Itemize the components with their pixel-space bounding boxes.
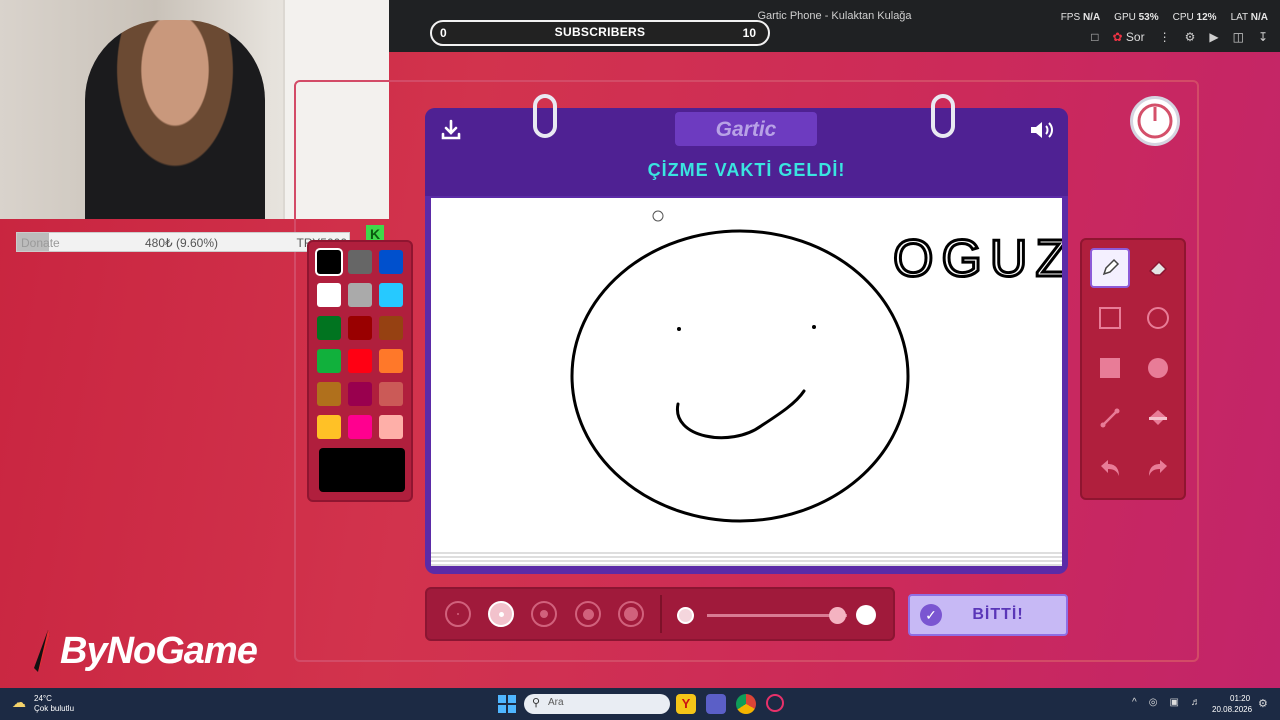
teams-icon[interactable] [706,694,726,714]
volume-icon[interactable]: ♬ [1191,697,1201,708]
bynogame-logo-icon [34,630,50,672]
drawing-card: Gartic ÇİZME VAKTİ GELDİ! OGUZ [425,94,1069,574]
stat-fps: FPS N/A [1060,12,1101,23]
browser-toolbar-icons: □ ✿ Sor ⋮ ⚙ ▶ ◫ ↧ [1091,30,1268,44]
bookmark-icon[interactable]: □ [1091,30,1098,44]
circle-filled-icon[interactable] [1138,348,1178,388]
logo-tab: Gartic [675,112,817,146]
opacity-max-icon [856,605,876,625]
card-header: Gartic ÇİZME VAKTİ GELDİ! [425,108,1068,196]
yandex-browser-icon[interactable]: Y [676,694,696,714]
taskbar-search[interactable]: ⚲ Ara [524,694,670,714]
binder-ring-left [533,94,557,138]
color-swatch[interactable] [348,316,372,340]
drawing-canvas[interactable]: OGUZ [431,198,1069,550]
color-palette [307,240,413,502]
subscriber-title: SUBSCRIBERS [554,25,646,39]
more-icon[interactable]: ⋮ [1159,30,1171,44]
color-swatch[interactable] [348,415,372,439]
collections-icon[interactable]: ◫ [1233,30,1244,44]
color-swatch[interactable] [317,316,341,340]
chevron-up-icon[interactable]: ^ [1132,697,1137,708]
divider [660,595,662,633]
download-icon[interactable]: ↧ [1258,30,1268,44]
weather-temperature: 24°C [34,694,52,703]
system-tray: ^ ◎ ▣ ♬ [1132,697,1201,708]
opacity-min-icon [677,607,694,624]
donate-bar: Donate 480₺ (9.60%) TRY5000 [16,232,350,252]
network-icon[interactable]: ▣ [1169,697,1178,708]
color-swatch[interactable] [317,382,341,406]
canvas-handwritten-text: OGUZ [893,230,1062,288]
sound-icon[interactable] [1028,118,1056,142]
color-swatch[interactable] [348,349,372,373]
color-swatch[interactable] [348,382,372,406]
opacity-slider-track[interactable] [707,614,847,617]
pencil-icon[interactable] [1090,248,1130,288]
current-color-preview [319,448,405,492]
media-icon[interactable]: ▶ [1209,30,1218,44]
color-swatch[interactable] [317,283,341,307]
redo-icon[interactable] [1138,448,1178,488]
brush-size-2[interactable] [488,601,514,627]
timer-icon [1130,96,1180,146]
search-icon: ⚲ [532,697,541,709]
extensions-icon[interactable]: ⚙ [1185,30,1196,44]
rectangle-filled-icon[interactable] [1090,348,1130,388]
clock-date: 20.08.2026 [1212,705,1253,714]
color-swatch[interactable] [379,316,403,340]
instruction-text: ÇİZME VAKTİ GELDİ! [647,160,846,180]
color-swatch[interactable] [348,283,372,307]
drawing-strokes: OGUZ [570,210,1069,523]
sor-button[interactable]: ✿ Sor [1113,30,1145,44]
streamer-video [85,20,265,219]
binder-ring-right [931,94,955,138]
color-swatch[interactable] [379,415,403,439]
donate-label: Donate [21,236,60,250]
undo-icon[interactable] [1090,448,1130,488]
circle-outline-icon[interactable] [1138,298,1178,338]
bynogame-brand: ByNoGame [60,630,258,672]
weather-cloud-icon: ☁ [12,694,26,710]
brush-size-3[interactable] [531,601,557,627]
color-swatch[interactable] [379,250,403,274]
notebook-pages-edge [431,550,1062,566]
clock-time: 01:20 [1230,694,1251,703]
done-label: BİTTİ! [972,606,1024,623]
color-swatch[interactable] [379,382,403,406]
gartic-logo: Gartic [715,118,777,141]
done-button[interactable]: ✓ BİTTİ! [908,594,1068,636]
color-swatch[interactable] [317,415,341,439]
subscriber-goal-bar: 0 SUBSCRIBERS 10 [430,20,770,46]
windows-start-icon[interactable] [498,695,516,713]
bucket-fill-icon[interactable] [1138,398,1178,438]
app-icon[interactable] [766,694,784,712]
chrome-icon[interactable] [736,694,756,714]
donate-value: 480₺ (9.60%) [145,236,219,250]
color-swatch[interactable] [317,250,341,274]
subscriber-goal: 10 [742,26,756,40]
microphone-icon[interactable]: ◎ [1149,697,1158,708]
brush-size-5[interactable] [618,601,644,627]
brush-size-4[interactable] [575,601,601,627]
notification-icon[interactable]: ⚙ [1258,697,1268,710]
color-swatch[interactable] [379,283,403,307]
color-swatch[interactable] [348,250,372,274]
stat-lat: LAT N/A [1230,12,1268,23]
performance-stats: FPS N/A GPU 53% CPU 12% LAT N/A [1061,12,1268,23]
stat-gpu: GPU 53% [1114,12,1159,23]
rectangle-outline-icon[interactable] [1090,298,1130,338]
search-placeholder: Ara [548,697,564,708]
weather-description: Çok bulutlu [34,704,75,713]
download-drawing-icon[interactable] [439,118,463,142]
color-swatch[interactable] [317,349,341,373]
stat-cpu: CPU 12% [1172,12,1217,23]
eraser-icon[interactable] [1138,248,1178,288]
tool-panel [1080,238,1186,500]
line-icon[interactable] [1090,398,1130,438]
opacity-slider-handle[interactable] [829,607,846,624]
brush-size-1[interactable] [445,601,471,627]
color-swatch[interactable] [379,349,403,373]
brush-size-bar [425,587,895,641]
